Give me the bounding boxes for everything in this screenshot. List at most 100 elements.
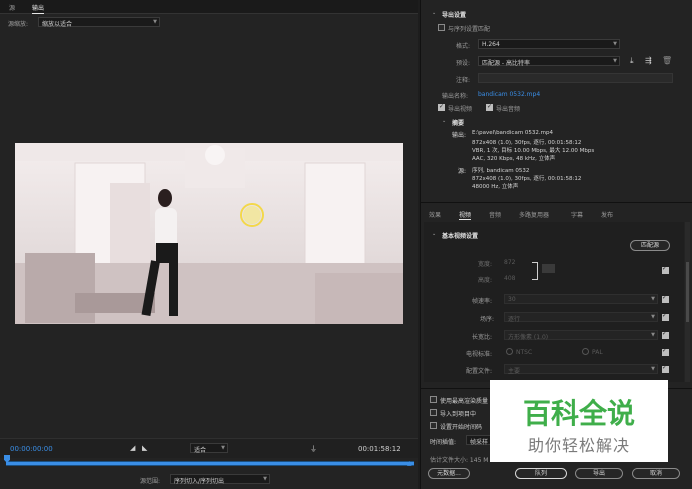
summary-output-line: E:\pavel\bandicam 0532.mp4: [472, 130, 554, 136]
output-name-label: 输出名称:: [442, 93, 469, 100]
export-video-checkbox[interactable]: [438, 103, 445, 111]
max-render-label: 使用最高渲染质量: [440, 398, 489, 405]
summary-output-line: 872x408 (1.0), 30fps, 逐行, 00:01:58:12: [472, 140, 582, 146]
settings-icon[interactable]: ⏚: [310, 444, 317, 454]
summary-source-line: 序列, bandicam 0532: [472, 168, 530, 174]
queue-button[interactable]: 队列: [515, 468, 567, 479]
aspect-dropdown[interactable]: 方形像素 (1.0) ▼: [504, 330, 658, 341]
fit-value: 适合: [194, 447, 207, 454]
cancel-button[interactable]: 取消: [632, 468, 680, 479]
override-profile-checkbox[interactable]: [662, 364, 669, 373]
ntsc-label: NTSC: [516, 349, 533, 356]
trash-icon[interactable]: 🗑: [662, 56, 672, 65]
basic-video-title: 基本视频设置: [442, 233, 479, 240]
import-project-label: 导入到项目中: [440, 411, 477, 418]
set-timecode-label: 设置开始时间码: [440, 424, 483, 431]
format-value: H.264: [482, 41, 500, 48]
tab-multiplexer[interactable]: 多路复用器: [519, 210, 549, 219]
divider: [421, 202, 692, 203]
summary-title: 摘要: [452, 120, 465, 127]
video-preview: [15, 143, 403, 324]
tab-captions[interactable]: 字幕: [571, 210, 583, 219]
height-value: 408: [504, 275, 516, 282]
time-interp-value: 帧采样: [470, 439, 489, 446]
chevron-down-icon[interactable]: ⌄: [432, 10, 436, 16]
match-sequence-checkbox[interactable]: [438, 24, 445, 31]
match-sequence-label: 与序列设置匹配: [448, 26, 491, 33]
tab-video[interactable]: 视频: [459, 210, 472, 220]
scrub-bar[interactable]: [6, 461, 414, 466]
override-field-order-checkbox[interactable]: [662, 312, 669, 321]
mark-in-icon[interactable]: ◢: [130, 444, 135, 452]
format-dropdown[interactable]: H.264 ▼: [478, 39, 620, 49]
chevron-down-icon: ▼: [221, 445, 225, 451]
video-frame-image: [15, 143, 403, 324]
frame-rate-dropdown[interactable]: 30 ▼: [504, 294, 658, 304]
ntsc-radio[interactable]: [506, 348, 513, 355]
fit-dropdown[interactable]: 适合 ▼: [190, 443, 228, 454]
height-label: 高度:: [478, 277, 493, 284]
profile-label: 配置文件:: [466, 368, 493, 375]
export-audio-checkbox[interactable]: [486, 103, 493, 111]
profile-dropdown[interactable]: 主要 ▼: [504, 364, 658, 375]
metadata-button[interactable]: 元数据...: [428, 468, 470, 479]
chevron-down-icon: ▼: [263, 476, 267, 482]
import-preset-icon[interactable]: ⇶: [645, 56, 652, 65]
current-timecode[interactable]: 00:00:00:00: [10, 445, 53, 453]
source-scale-row: 源缩放: 缩放以适合 ▼: [0, 15, 418, 30]
max-render-checkbox[interactable]: [430, 396, 437, 403]
override-width-height-checkbox[interactable]: [662, 265, 669, 274]
tab-source[interactable]: 源: [9, 3, 15, 12]
export-video-label: 导出视频: [448, 106, 473, 113]
width-label: 宽度:: [478, 261, 493, 268]
watermark-subtitle: 助你轻松解决: [527, 436, 630, 455]
summary-output-label: 输出:: [452, 132, 467, 139]
chevron-down-icon: ▼: [651, 296, 655, 302]
import-project-checkbox[interactable]: [430, 409, 437, 416]
save-preset-icon[interactable]: ⤓: [630, 56, 634, 66]
preset-dropdown[interactable]: 匹配源 - 高比特率 ▼: [478, 56, 620, 67]
summary-source-line: 872x408 (1.0), 30fps, 逐行, 00:01:58:12: [472, 176, 582, 182]
match-source-button[interactable]: 匹配源: [630, 240, 670, 251]
source-range-dropdown[interactable]: 序列切入/序列切出 ▼: [170, 474, 270, 485]
tv-standard-label: 电视标准:: [466, 351, 493, 358]
chevron-down-icon[interactable]: ⌄: [432, 231, 436, 237]
chevron-down-icon: ▼: [651, 314, 655, 320]
chevron-down-icon[interactable]: ⌄: [442, 118, 446, 124]
set-timecode-checkbox[interactable]: [430, 422, 437, 429]
mark-out-icon[interactable]: ◣: [142, 444, 147, 452]
chevron-down-icon: ▼: [651, 366, 655, 372]
source-scale-label: 源缩放:: [8, 21, 29, 28]
chain-link-icon[interactable]: [542, 264, 555, 273]
frame-rate-label: 帧速率:: [472, 298, 493, 305]
tab-effects[interactable]: 效果: [429, 210, 441, 219]
comments-label: 注释:: [456, 77, 471, 84]
timecode-bar: 00:00:00:00 ◢ ◣ 适合 ▼ ⏚ 00:01:58:12: [0, 438, 418, 458]
summary-source-label: 源:: [458, 168, 467, 175]
scrollbar[interactable]: [685, 222, 690, 382]
tab-publish[interactable]: 发布: [601, 210, 613, 219]
comments-input[interactable]: [478, 73, 673, 83]
override-frame-rate-checkbox[interactable]: [662, 294, 669, 303]
tab-audio[interactable]: 音频: [489, 210, 501, 219]
override-aspect-checkbox[interactable]: [662, 330, 669, 339]
tab-output[interactable]: 输出: [32, 3, 45, 14]
output-name-link[interactable]: bandicam 0532.mp4: [478, 91, 540, 98]
chevron-down-icon: ▼: [613, 58, 617, 64]
field-order-dropdown[interactable]: 逐行 ▼: [504, 312, 658, 323]
field-order-label: 场序:: [480, 316, 495, 323]
watermark-overlay: 百科全说 助你轻松解决: [490, 380, 668, 462]
pal-radio[interactable]: [582, 348, 589, 355]
width-value: 872: [504, 259, 516, 266]
duration-timecode: 00:01:58:12: [358, 445, 401, 453]
export-settings-title: 导出设置: [442, 12, 467, 19]
source-range-row: 源范围: 序列切入/序列切出 ▼: [0, 470, 418, 489]
override-tv-standard-checkbox[interactable]: [662, 347, 669, 356]
summary-output-line: AAC, 320 Kbps, 48 kHz, 立体声: [472, 156, 556, 162]
aspect-label: 长宽比:: [472, 334, 493, 341]
source-scale-dropdown[interactable]: 缩放以适合 ▼: [38, 17, 160, 28]
out-point-icon[interactable]: ▲: [407, 460, 412, 467]
panel-tabs: 源 输出: [0, 0, 418, 14]
export-button[interactable]: 导出: [575, 468, 623, 479]
preset-label: 预设:: [456, 60, 471, 67]
